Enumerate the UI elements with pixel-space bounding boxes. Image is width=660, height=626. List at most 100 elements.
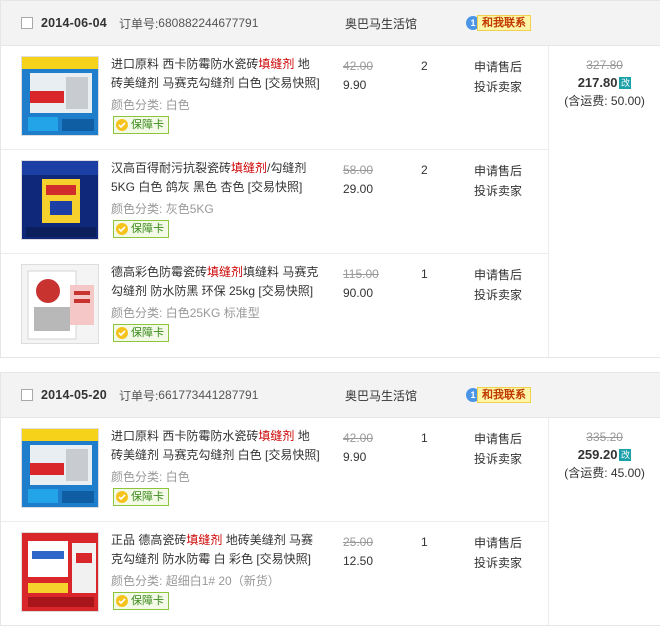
apply-after-sale-link[interactable]: 申请售后	[474, 57, 522, 77]
order-header: 2014-06-04 订单号: 680882244677791 奥巴马生活馆 1…	[1, 1, 660, 46]
guarantee-card-badge[interactable]: 保障卡	[113, 592, 169, 610]
order-item: 进口原料 西卡防霉防水瓷砖填缝剂 地砖美缝剂 马赛克勾缝剂 白色 [交易快照] …	[1, 418, 549, 522]
product-title-link[interactable]: 汉高百得耐污抗裂瓷砖填缝剂/勾缝剂 5KG 白色 鸽灰 黑色 杏色 [交易快照]	[111, 159, 321, 197]
current-price: 12.50	[343, 554, 374, 568]
product-thumbnail[interactable]	[21, 264, 99, 344]
guarantee-icon	[116, 119, 128, 131]
guarantee-card-label: 保障卡	[131, 491, 164, 503]
product-thumbnail[interactable]	[21, 428, 99, 508]
unit-price: 42.00 9.90	[343, 57, 373, 95]
product-title-prefix: 汉高百得耐污抗裂瓷砖	[111, 161, 232, 175]
order-total: 327.80 217.80 改 (含运费: 50.00)	[548, 46, 660, 357]
product-title-keyword: 填缝剂	[186, 533, 223, 547]
guarantee-icon	[116, 223, 128, 235]
order-number-label: 订单号:	[118, 388, 159, 403]
guarantee-card-badge[interactable]: 保障卡	[113, 324, 169, 342]
product-spec: 颜色分类: 白色25KG 标准型	[111, 304, 260, 322]
product-thumbnail[interactable]	[21, 56, 99, 136]
apply-after-sale-link[interactable]: 申请售后	[474, 265, 522, 285]
product-title-prefix: 进口原料 西卡防霉防水瓷砖	[111, 429, 259, 443]
total-paid: 217.80	[577, 75, 618, 90]
quantity: 1	[421, 267, 428, 281]
contact-seller-label: 和我联系	[477, 15, 531, 31]
unit-price: 42.00 9.90	[343, 429, 373, 467]
spec-label: 颜色分类:	[111, 306, 163, 320]
shop-name[interactable]: 奥巴马生活馆	[345, 387, 417, 404]
guarantee-card-badge[interactable]: 保障卡	[113, 220, 169, 238]
spec-label: 颜色分类:	[111, 574, 163, 588]
product-spec: 颜色分类: 白色	[111, 96, 190, 114]
product-thumbnail[interactable]	[21, 160, 99, 240]
product-title-keyword: 填缝剂	[258, 429, 295, 443]
complain-seller-link[interactable]: 投诉卖家	[474, 553, 522, 573]
quantity: 1	[421, 535, 428, 549]
apply-after-sale-link[interactable]: 申请售后	[474, 429, 522, 449]
product-title-link[interactable]: 德高彩色防霉瓷砖填缝剂填缝料 马赛克勾缝剂 防水防黑 环保 25kg [交易快照…	[111, 263, 321, 301]
product-title-prefix: 德高彩色防霉瓷砖	[111, 265, 208, 279]
order-number-label: 订单号:	[118, 16, 159, 31]
order-number: 680882244677791	[158, 16, 259, 30]
product-title-keyword: 填缝剂	[207, 265, 244, 279]
unit-price: 115.00 90.00	[343, 265, 379, 303]
guarantee-card-badge[interactable]: 保障卡	[113, 116, 169, 134]
product-title-keyword: 填缝剂	[231, 161, 268, 175]
quantity: 2	[421, 163, 428, 177]
contact-seller-label: 和我联系	[477, 387, 531, 403]
product-title-link[interactable]: 进口原料 西卡防霉防水瓷砖填缝剂 地砖美缝剂 马赛克勾缝剂 白色 [交易快照]	[111, 55, 321, 93]
spec-value: 灰色5KG	[165, 202, 214, 216]
product-thumbnail[interactable]	[21, 532, 99, 612]
shop-name[interactable]: 奥巴马生活馆	[345, 15, 417, 32]
order-item: 汉高百得耐污抗裂瓷砖填缝剂/勾缝剂 5KG 白色 鸽灰 黑色 杏色 [交易快照]…	[1, 150, 549, 254]
contact-seller-button[interactable]: 1 和我联系	[466, 387, 531, 403]
unit-price: 25.00 12.50	[343, 533, 373, 571]
spec-label: 颜色分类:	[111, 98, 163, 112]
complain-seller-link[interactable]: 投诉卖家	[474, 181, 522, 201]
spec-label: 颜色分类:	[111, 470, 163, 484]
complain-seller-link[interactable]: 投诉卖家	[474, 77, 522, 97]
guarantee-card-label: 保障卡	[131, 595, 164, 607]
guarantee-icon	[116, 595, 128, 607]
guarantee-card-label: 保障卡	[131, 119, 164, 131]
guarantee-icon	[116, 491, 128, 503]
order-select-checkbox[interactable]	[21, 17, 33, 29]
product-spec: 颜色分类: 灰色5KG	[111, 200, 214, 218]
complain-seller-link[interactable]: 投诉卖家	[474, 449, 522, 469]
item-operations: 申请售后 投诉卖家	[474, 533, 522, 573]
product-title-prefix: 正品 德高瓷砖	[111, 533, 187, 547]
spec-value: 白色	[165, 470, 190, 484]
apply-after-sale-link[interactable]: 申请售后	[474, 161, 522, 181]
total-original: 335.20	[586, 430, 623, 444]
order-item: 正品 德高瓷砖填缝剂 地砖美缝剂 马赛克勾缝剂 防水防霉 白 彩色 [交易快照]…	[1, 522, 548, 625]
item-operations: 申请售后 投诉卖家	[474, 57, 522, 97]
total-original: 327.80	[586, 58, 623, 72]
product-title-link[interactable]: 进口原料 西卡防霉防水瓷砖填缝剂 地砖美缝剂 马赛克勾缝剂 白色 [交易快照]	[111, 427, 321, 465]
spec-value: 白色25KG 标准型	[165, 306, 260, 320]
spec-label: 颜色分类:	[111, 202, 163, 216]
contact-seller-button[interactable]: 1 和我联系	[466, 15, 531, 31]
product-title-link[interactable]: 正品 德高瓷砖填缝剂 地砖美缝剂 马赛克勾缝剂 防水防霉 白 彩色 [交易快照]	[111, 531, 321, 569]
order-item: 德高彩色防霉瓷砖填缝剂填缝料 马赛克勾缝剂 防水防黑 环保 25kg [交易快照…	[1, 254, 548, 357]
original-price: 42.00	[343, 431, 374, 445]
order-card: 2014-05-20 订单号: 661773441287791 奥巴马生活馆 1…	[0, 372, 660, 626]
current-price: 29.00	[343, 182, 374, 196]
order-number: 661773441287791	[158, 388, 259, 402]
spec-value: 超细白1# 20（新货）	[165, 574, 280, 588]
price-modified-icon: 改	[619, 449, 632, 461]
original-price: 42.00	[343, 59, 374, 73]
shipping-fee: (含运费: 50.00)	[564, 94, 645, 108]
order-select-checkbox[interactable]	[21, 389, 33, 401]
order-item: 进口原料 西卡防霉防水瓷砖填缝剂 地砖美缝剂 马赛克勾缝剂 白色 [交易快照] …	[1, 46, 549, 150]
guarantee-card-badge[interactable]: 保障卡	[113, 488, 169, 506]
shipping-fee: (含运费: 45.00)	[564, 466, 645, 480]
order-date: 2014-05-20	[41, 388, 107, 402]
apply-after-sale-link[interactable]: 申请售后	[474, 533, 522, 553]
spec-value: 白色	[165, 98, 190, 112]
product-title-keyword: 填缝剂	[258, 57, 295, 71]
guarantee-card-label: 保障卡	[131, 223, 164, 235]
current-price: 9.90	[343, 78, 367, 92]
price-modified-icon: 改	[619, 77, 632, 89]
unit-price: 58.00 29.00	[343, 161, 373, 199]
original-price: 115.00	[343, 267, 379, 281]
product-title-prefix: 进口原料 西卡防霉防水瓷砖	[111, 57, 259, 71]
complain-seller-link[interactable]: 投诉卖家	[474, 285, 522, 305]
